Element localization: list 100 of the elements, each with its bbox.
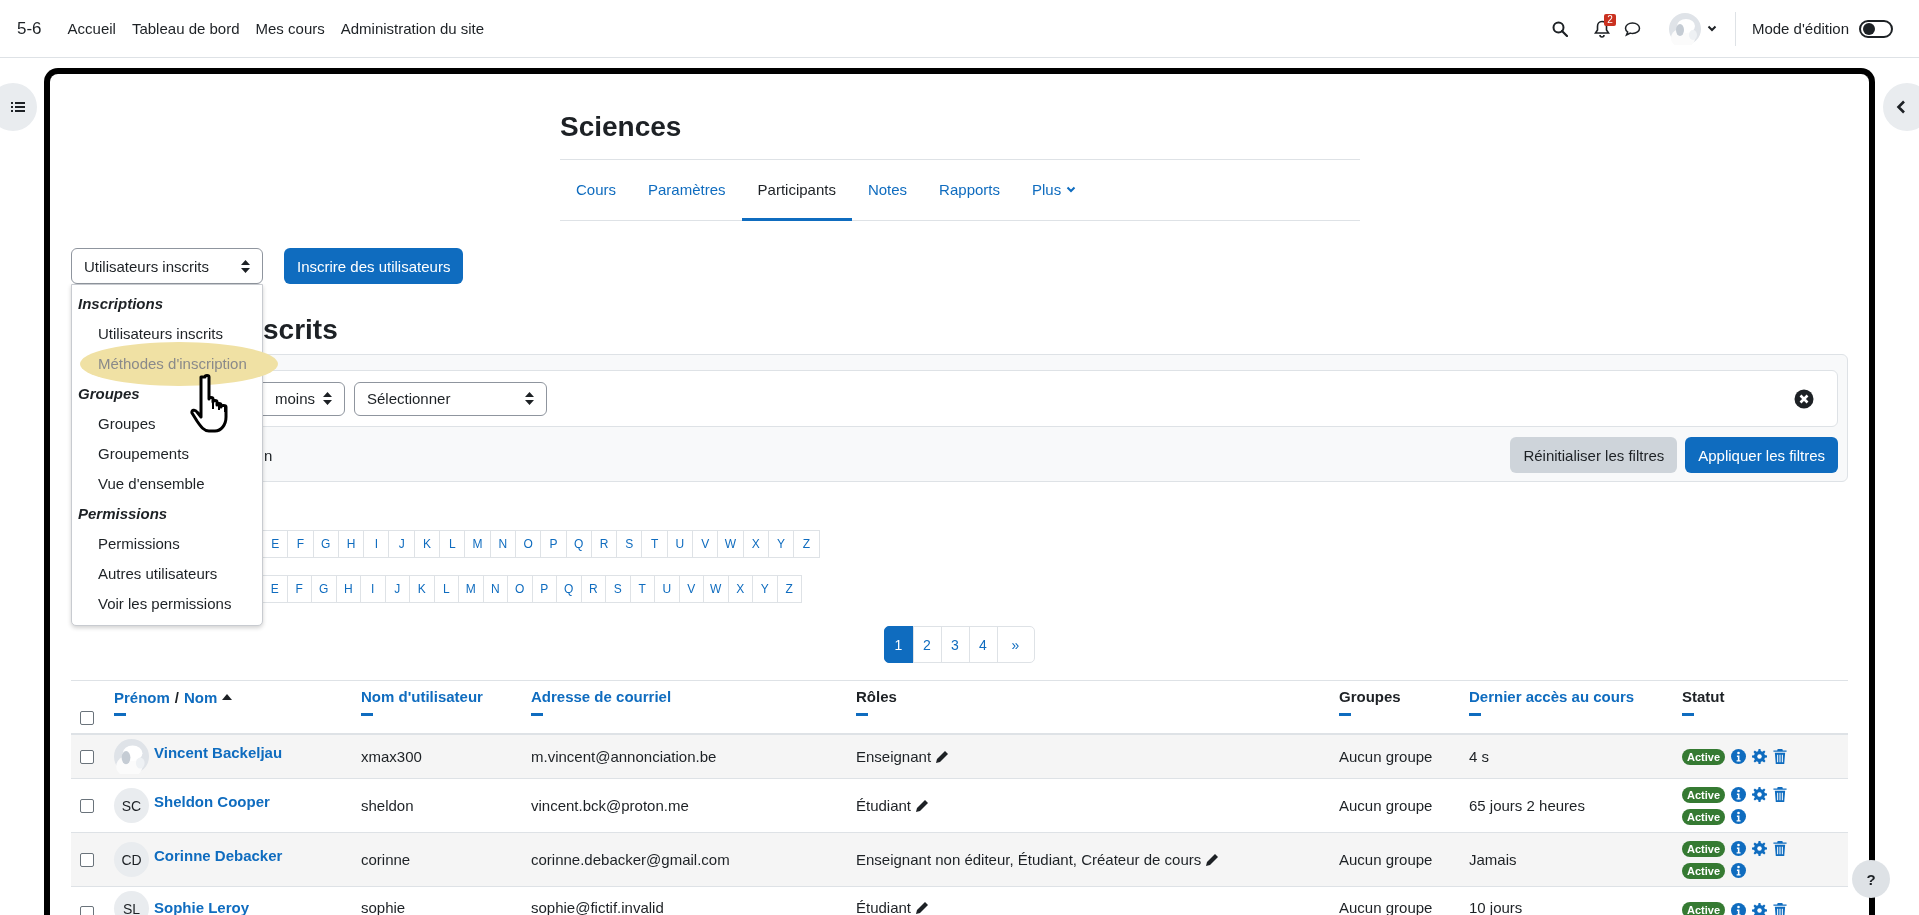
clear-icon[interactable] — [1794, 388, 1814, 409]
menu-item[interactable]: Vue d'ensemble — [98, 469, 205, 499]
menu-item[interactable]: Groupements — [98, 439, 189, 469]
trash-icon[interactable] — [1773, 749, 1788, 764]
initial-letter-link[interactable]: I — [364, 530, 390, 558]
initial-letter-link[interactable]: Q — [557, 575, 582, 603]
pencil-icon[interactable] — [915, 798, 930, 813]
gear-icon[interactable] — [1752, 841, 1768, 856]
column-header[interactable]: Dernier accès au cours — [1469, 687, 1682, 707]
menu-item[interactable]: Autres utilisateurs — [98, 559, 218, 589]
collapse-icon[interactable] — [531, 713, 543, 717]
column-header[interactable]: Prénom — [114, 688, 170, 706]
nav-tab[interactable]: Notes — [851, 160, 924, 221]
column-header[interactable]: Nom — [184, 688, 218, 706]
initial-letter-link[interactable]: F — [288, 530, 314, 558]
collapse-icon[interactable] — [1339, 713, 1351, 717]
initial-letter-link[interactable]: L — [440, 530, 466, 558]
site-name[interactable]: 5-6 — [17, 18, 42, 39]
sort-up-icon[interactable] — [222, 693, 233, 701]
initial-letter-link[interactable]: T — [642, 530, 668, 558]
edit-mode-toggle[interactable] — [1859, 19, 1893, 38]
menu-item[interactable]: Groupes — [98, 409, 156, 439]
drawer-button[interactable] — [0, 83, 37, 131]
initial-letter-link[interactable]: I — [361, 575, 386, 603]
row-checkbox[interactable] — [80, 749, 94, 764]
initial-letter-link[interactable]: E — [263, 575, 288, 603]
info-icon[interactable] — [1731, 902, 1747, 915]
initial-letter-link[interactable]: Q — [566, 530, 592, 558]
info-icon[interactable] — [1731, 749, 1747, 764]
initial-letter-link[interactable]: U — [655, 575, 680, 603]
nav-link[interactable]: Accueil — [67, 20, 116, 37]
menu-item[interactable]: Voir les permissions — [98, 589, 232, 619]
initial-letter-link[interactable]: O — [515, 530, 542, 558]
page-link[interactable]: 3 — [940, 626, 970, 663]
info-icon[interactable] — [1731, 787, 1747, 802]
initial-letter-link[interactable]: M — [465, 530, 491, 558]
apply-filters-button[interactable]: Appliquer les filtres — [1685, 437, 1838, 473]
initial-letter-link[interactable]: V — [679, 575, 704, 603]
initial-letter-link[interactable]: V — [693, 530, 719, 558]
collapse-icon[interactable] — [361, 713, 373, 717]
collapse-icon[interactable] — [856, 713, 868, 717]
initial-letter-link[interactable]: U — [667, 530, 694, 558]
collapse-icon[interactable] — [1682, 713, 1694, 717]
initial-letter-link[interactable]: R — [591, 530, 618, 558]
initial-letter-link[interactable]: M — [459, 575, 484, 603]
pencil-icon[interactable] — [915, 900, 930, 915]
initial-letter-link[interactable]: R — [581, 575, 606, 603]
reset-filters-button[interactable]: Réinitialiser les filtres — [1510, 437, 1678, 473]
initial-letter-link[interactable]: K — [414, 530, 441, 558]
row-checkbox[interactable] — [80, 798, 94, 813]
initial-letter-link[interactable]: X — [743, 530, 769, 558]
info-icon[interactable] — [1731, 809, 1747, 824]
enrolment-select[interactable]: Utilisateurs inscrits — [71, 248, 263, 284]
initial-letter-link[interactable]: L — [434, 575, 459, 603]
initial-letter-link[interactable]: F — [287, 575, 312, 603]
gear-icon[interactable] — [1752, 787, 1768, 802]
nav-tab[interactable]: Rapports — [923, 160, 1016, 221]
user-name-link[interactable]: Sheldon Cooper — [154, 793, 270, 810]
select-all-checkbox[interactable] — [80, 711, 94, 725]
initial-letter-link[interactable]: X — [728, 575, 753, 603]
info-icon[interactable] — [1731, 841, 1747, 856]
initial-letter-link[interactable]: P — [532, 575, 557, 603]
page-link[interactable]: » — [996, 626, 1035, 663]
initial-letter-link[interactable]: H — [338, 530, 365, 558]
page-link[interactable]: 4 — [968, 626, 998, 663]
nav-tab[interactable]: Participants — [741, 160, 852, 221]
initial-letter-link[interactable]: G — [313, 530, 339, 558]
initial-letter-link[interactable]: Z — [794, 530, 820, 558]
initial-letter-link[interactable]: N — [490, 530, 516, 558]
initial-letter-link[interactable]: N — [483, 575, 508, 603]
initial-letter-link[interactable]: G — [312, 575, 337, 603]
gear-icon[interactable] — [1752, 902, 1768, 915]
page-link[interactable]: 1 — [883, 626, 914, 663]
initial-letter-link[interactable]: J — [389, 530, 415, 558]
gear-icon[interactable] — [1752, 749, 1768, 764]
column-header[interactable]: Adresse de courriel — [531, 687, 856, 707]
pencil-icon[interactable] — [1205, 852, 1220, 867]
trash-icon[interactable] — [1773, 841, 1788, 856]
trash-icon[interactable] — [1773, 787, 1788, 802]
user-name-link[interactable]: Corinne Debacker — [154, 847, 283, 864]
collapse-icon[interactable] — [114, 713, 126, 717]
column-header[interactable]: Nom d'utilisateur — [361, 687, 531, 707]
filter-type-select[interactable]: Sélectionner — [354, 381, 547, 416]
enrol-users-button[interactable]: Inscrire des utilisateurs — [284, 248, 464, 284]
initial-letter-link[interactable]: Y — [768, 530, 795, 558]
initial-letter-link[interactable]: Y — [753, 575, 778, 603]
collapse-icon[interactable] — [1469, 713, 1481, 717]
nav-tab[interactable]: Plus — [1016, 160, 1093, 221]
initial-letter-link[interactable]: E — [263, 530, 289, 558]
nav-link[interactable]: Administration du site — [340, 20, 485, 37]
nav-link[interactable]: Mes cours — [255, 20, 325, 37]
row-checkbox[interactable] — [80, 905, 94, 915]
chat-icon[interactable] — [1623, 20, 1641, 37]
initial-letter-link[interactable]: H — [336, 575, 361, 603]
nav-tab[interactable]: Cours — [560, 160, 632, 221]
trash-icon[interactable] — [1773, 902, 1788, 915]
row-checkbox[interactable] — [80, 852, 94, 867]
menu-item[interactable]: Permissions — [98, 529, 180, 559]
initial-letter-link[interactable]: O — [508, 575, 533, 603]
pencil-icon[interactable] — [935, 749, 950, 764]
